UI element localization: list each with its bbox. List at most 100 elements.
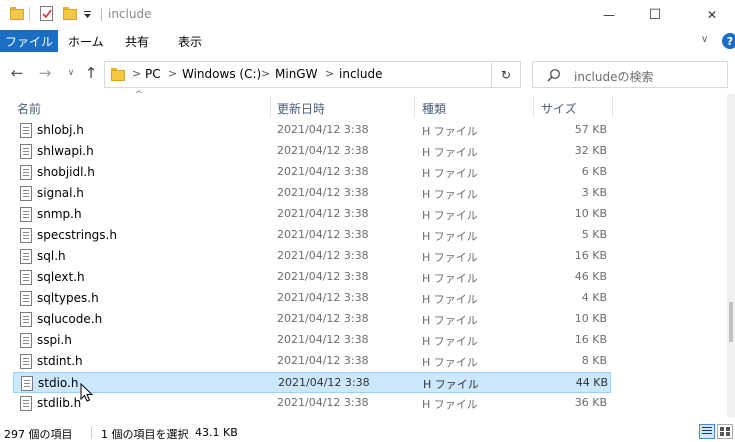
column-headers: ^ 名前 更新日時 種類 サイズ [0, 90, 735, 120]
file-row[interactable]: sqlext.h 2021/04/12 3:38 H ファイル 46 KB [13, 267, 611, 288]
file-date: 2021/04/12 3:38 [277, 228, 369, 241]
file-type: H ファイル [422, 293, 478, 306]
column-divider[interactable] [612, 96, 613, 118]
forward-button[interactable]: → [36, 64, 54, 82]
file-date: 2021/04/12 3:38 [277, 207, 369, 220]
expand-ribbon-icon[interactable]: ∨ [701, 34, 715, 48]
address-bar[interactable]: > PC > Windows (C:) > MinGW > include [104, 61, 492, 88]
mouse-cursor-icon [80, 383, 94, 402]
file-list: shlobj.h 2021/04/12 3:38 H ファイル 57 KB shlwap… [0, 120, 735, 417]
item-count: 297 個の項目 [4, 428, 73, 441]
file-row[interactable]: snmp.h 2021/04/12 3:38 H ファイル 10 KB [13, 204, 611, 225]
file-size: 57 KB [574, 123, 607, 136]
breadcrumb-separator[interactable]: > [168, 67, 177, 80]
column-name[interactable]: 名前 [17, 100, 41, 117]
tab-view[interactable]: 表示 [178, 30, 202, 52]
column-date[interactable]: 更新日時 [277, 100, 325, 117]
breadcrumb-include[interactable]: include [339, 67, 382, 81]
file-type: H ファイル [422, 251, 478, 264]
breadcrumb-separator[interactable]: > [325, 67, 334, 80]
vertical-scrollbar[interactable] [727, 94, 735, 417]
status-separator [91, 427, 92, 439]
file-icon [20, 207, 32, 222]
file-icon [20, 270, 32, 285]
file-row[interactable]: specstrings.h 2021/04/12 3:38 H ファイル 5 KB [13, 225, 611, 246]
file-row[interactable]: sqltypes.h 2021/04/12 3:38 H ファイル 4 KB [13, 288, 611, 309]
file-size: 32 KB [574, 144, 607, 157]
file-name: shlobj.h [37, 123, 84, 137]
file-row[interactable]: stdlib.h 2021/04/12 3:38 H ファイル 36 KB [13, 393, 611, 414]
address-folder-icon [111, 68, 125, 81]
column-size[interactable]: サイズ [541, 100, 577, 117]
file-date: 2021/04/12 3:38 [277, 165, 369, 178]
file-size: 16 KB [574, 333, 607, 346]
up-button[interactable]: ↑ [82, 64, 100, 82]
file-icon [20, 165, 32, 180]
breadcrumb-pc[interactable]: PC [145, 67, 161, 81]
tab-share[interactable]: 共有 [125, 30, 149, 52]
file-row[interactable]: stdio.h 2021/04/12 3:38 H ファイル 44 KB [13, 372, 611, 393]
back-button[interactable]: ← [8, 64, 26, 82]
file-row[interactable]: signal.h 2021/04/12 3:38 H ファイル 3 KB [13, 183, 611, 204]
file-date: 2021/04/12 3:38 [277, 186, 369, 199]
breadcrumb-mingw[interactable]: MinGW [275, 67, 317, 81]
breadcrumb-separator[interactable]: > [132, 67, 141, 80]
large-icons-view-icon[interactable] [717, 424, 733, 439]
breadcrumb-windows-c[interactable]: Windows (C:) [182, 67, 261, 81]
file-name: stdio.h [38, 376, 79, 390]
refresh-button[interactable]: ↻ [492, 61, 521, 88]
file-icon [20, 396, 32, 411]
details-view-icon[interactable] [699, 424, 715, 439]
column-divider[interactable] [414, 96, 415, 118]
customize-toolbar-icon[interactable] [83, 8, 93, 20]
new-folder-icon[interactable] [63, 7, 77, 20]
close-button[interactable]: ✕ [689, 0, 735, 30]
file-size: 10 KB [574, 207, 607, 220]
column-divider[interactable] [533, 96, 534, 118]
file-size: 6 KB [581, 165, 607, 178]
file-type: H ファイル [422, 356, 478, 369]
file-date: 2021/04/12 3:38 [277, 291, 369, 304]
file-icon [20, 144, 32, 159]
folder-icon [10, 7, 24, 20]
properties-icon[interactable] [40, 6, 53, 21]
file-row[interactable]: shlobj.h 2021/04/12 3:38 H ファイル 57 KB [13, 120, 611, 141]
file-name: shobjidl.h [37, 165, 95, 179]
file-type: H ファイル [422, 125, 478, 138]
column-type[interactable]: 種類 [422, 100, 446, 117]
file-row[interactable]: stdint.h 2021/04/12 3:38 H ファイル 8 KB [13, 351, 611, 372]
recent-locations-button[interactable]: ∨ [62, 64, 80, 82]
file-row[interactable]: shobjidl.h 2021/04/12 3:38 H ファイル 6 KB [13, 162, 611, 183]
column-divider[interactable] [270, 96, 271, 118]
file-size: 4 KB [581, 291, 607, 304]
file-row[interactable]: sspi.h 2021/04/12 3:38 H ファイル 16 KB [13, 330, 611, 351]
ribbon-tabs: ファイル ホーム 共有 表示 ∨ ? [0, 30, 735, 52]
breadcrumb-separator[interactable]: > [261, 67, 270, 80]
help-button[interactable]: ? [722, 33, 735, 49]
title-bar: include — ☐ ✕ [0, 0, 735, 30]
file-name: sqltypes.h [37, 291, 99, 305]
file-icon [20, 354, 32, 369]
navigation-bar: ← → ∨ ↑ > PC > Windows (C:) > MinGW > in… [0, 52, 735, 94]
file-row[interactable]: sqlucode.h 2021/04/12 3:38 H ファイル 10 KB [13, 309, 611, 330]
file-size: 36 KB [574, 396, 607, 409]
sort-ascending-icon: ^ [135, 90, 143, 100]
file-icon [20, 312, 32, 327]
file-row[interactable]: shlwapi.h 2021/04/12 3:38 H ファイル 32 KB [13, 141, 611, 162]
file-date: 2021/04/12 3:38 [278, 376, 370, 389]
quick-access-separator [29, 7, 30, 21]
file-name: signal.h [37, 186, 84, 200]
scrollbar-thumb[interactable] [729, 302, 733, 342]
minimize-button[interactable]: — [586, 0, 632, 30]
file-size: 10 KB [574, 312, 607, 325]
file-row[interactable]: sql.h 2021/04/12 3:38 H ファイル 16 KB [13, 246, 611, 267]
file-type: H ファイル [422, 314, 478, 327]
search-input[interactable]: includeの検索 [574, 68, 653, 85]
file-size: 46 KB [574, 270, 607, 283]
file-name: stdint.h [37, 354, 83, 368]
file-icon [20, 291, 32, 306]
tab-file[interactable]: ファイル [0, 30, 58, 52]
maximize-button[interactable]: ☐ [632, 0, 678, 30]
tab-home[interactable]: ホーム [68, 30, 104, 52]
search-box[interactable]: includeの検索 [532, 61, 728, 88]
